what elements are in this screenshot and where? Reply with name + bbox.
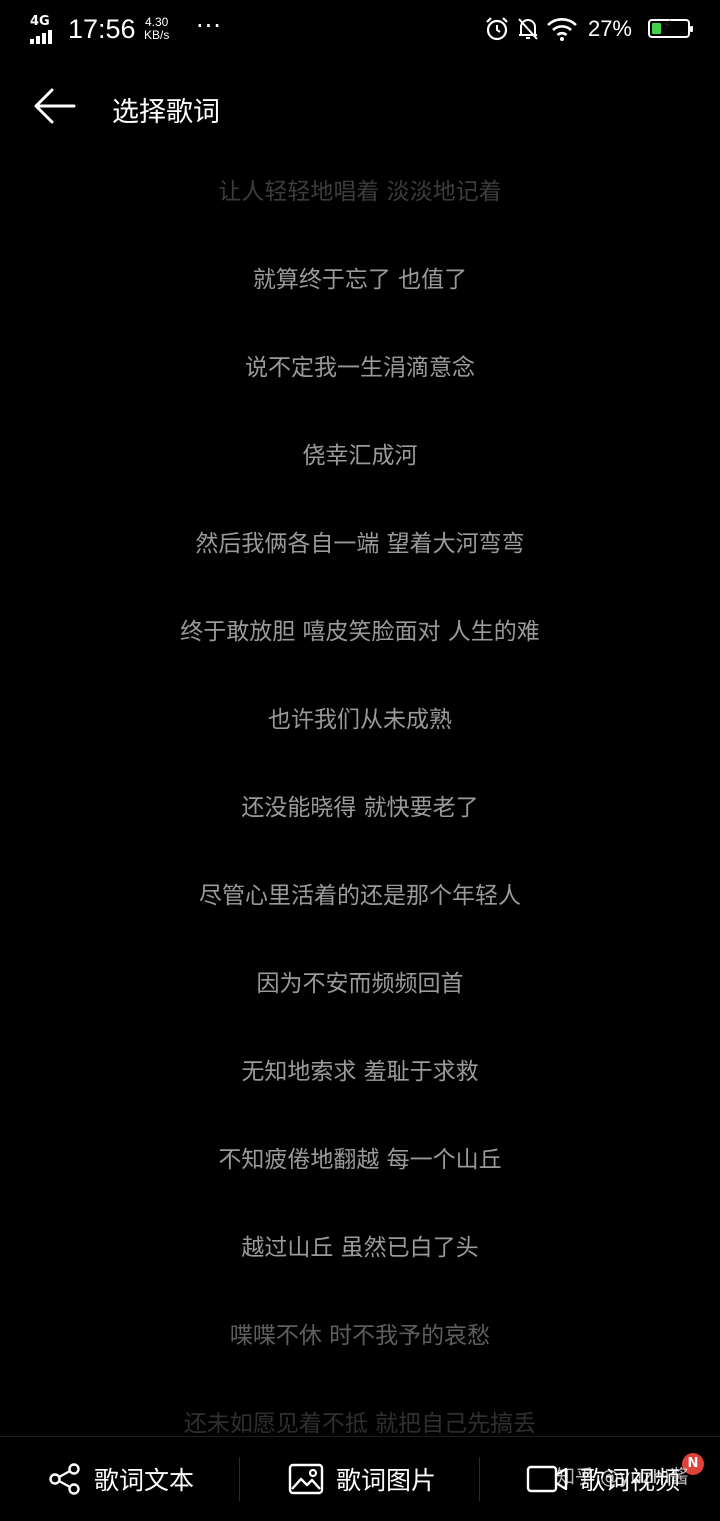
notifications-off-icon: [518, 18, 538, 40]
header: 选择歌词: [0, 56, 720, 156]
clock: 17:56: [68, 14, 136, 44]
charging-bolt-icon: ⚡: [662, 18, 672, 34]
lyric-line[interactable]: 就算终于忘了 也值了: [0, 260, 720, 300]
lyric-line[interactable]: 也许我们从未成熟: [0, 700, 720, 740]
lyric-line[interactable]: 还未如愿见着不抵 就把自己先搞丢: [0, 1404, 720, 1436]
divider: [479, 1457, 480, 1501]
lyric-line[interactable]: 因为不安而频频回首: [0, 964, 720, 1004]
status-right: 27% ⚡: [470, 14, 693, 44]
tab-lyric-text[interactable]: 歌词文本: [48, 1437, 194, 1521]
more-notifications-icon: ···: [196, 12, 222, 40]
battery-charging-icon: ⚡: [648, 18, 693, 38]
lyric-line[interactable]: 然后我俩各自一端 望着大河弯弯: [0, 524, 720, 564]
lyric-line[interactable]: 说不定我一生涓滴意念: [0, 348, 720, 388]
tab-label: 歌词图片: [336, 1466, 437, 1495]
signal-icon: [30, 30, 52, 44]
status-bar: 4G 17:56 4.30 KB/s ··· 27% ⚡: [0, 0, 720, 56]
page-title: 选择歌词: [112, 97, 220, 128]
battery-level: [652, 23, 661, 34]
battery-percent: 27%: [587, 16, 632, 41]
lyric-line[interactable]: 不知疲倦地翻越 每一个山丘: [0, 1140, 720, 1180]
lyric-line[interactable]: 让人轻轻地唱着 淡淡地记着: [0, 172, 720, 212]
lyrics-list[interactable]: 让人轻轻地唱着 淡淡地记着 就算终于忘了 也值了 说不定我一生涓滴意念 侥幸汇成…: [0, 148, 720, 1436]
network-speed: 4.30 KB/s: [144, 16, 169, 42]
watermark: 知乎 @yuzhi酱: [556, 1466, 689, 1488]
speed-unit: KB/s: [144, 28, 170, 42]
lyric-line[interactable]: 无知地索求 羞耻于求救: [0, 1052, 720, 1092]
image-icon: [288, 1463, 324, 1495]
wifi-icon: [547, 18, 577, 41]
network-type: 4G: [30, 14, 50, 29]
lyric-line[interactable]: 喋喋不休 时不我予的哀愁: [0, 1316, 720, 1356]
lyric-line[interactable]: 还没能晓得 就快要老了: [0, 788, 720, 828]
divider: [239, 1457, 240, 1501]
share-icon: [49, 1463, 80, 1495]
arrow-left-icon: [34, 88, 76, 124]
lyric-line[interactable]: 终于敢放胆 嘻皮笑脸面对 人生的难: [0, 612, 720, 652]
back-button[interactable]: [32, 86, 80, 130]
lyric-line[interactable]: 越过山丘 虽然已白了头: [0, 1228, 720, 1268]
tab-label: 歌词文本: [94, 1466, 195, 1495]
alarm-icon: [486, 17, 508, 41]
lyric-line[interactable]: 侥幸汇成河: [0, 436, 720, 476]
tab-lyric-image[interactable]: 歌词图片: [288, 1437, 436, 1521]
lyric-line[interactable]: 尽管心里活着的还是那个年轻人: [0, 876, 720, 916]
